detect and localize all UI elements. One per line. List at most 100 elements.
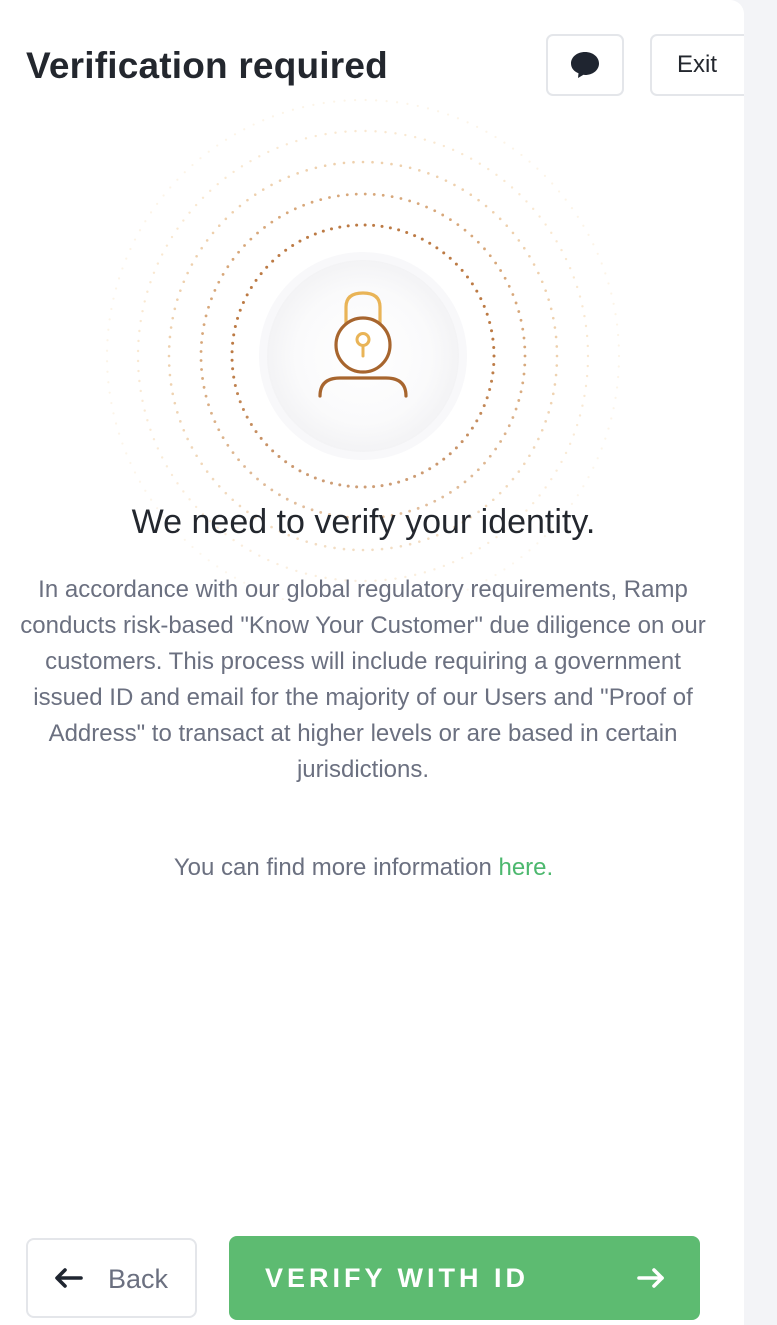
ring-dot [572,276,576,279]
ring-dot [224,491,228,495]
ring-dot [441,495,445,499]
ring-dot [188,211,191,214]
ring-dot [385,99,388,103]
ring-dot [236,392,240,396]
ring-dot [240,165,244,168]
ring-dot [338,483,342,487]
verify-with-id-button[interactable]: VERIFY WITH ID [229,1236,700,1320]
ring-dot [152,271,156,274]
ring-dot [355,223,359,227]
ring-dot [137,339,140,343]
ring-dot [324,132,327,136]
ring-dot [179,289,182,292]
ring-dot [587,476,590,479]
ring-dot [514,301,518,305]
ring-dot [136,349,140,353]
ring-dot [230,358,234,362]
ring-dot [549,401,553,405]
ring-dot [404,133,407,137]
ring-dot [528,549,531,552]
ring-dot [520,555,523,559]
ring-dot [216,182,219,186]
ring-dot [604,272,607,275]
ring-dot [363,192,367,196]
ring-dot [482,304,486,308]
more-info-prefix: You can find more information [173,854,499,881]
ring-dot [270,220,274,224]
ring-dot [560,460,563,464]
ring-dot [413,474,417,478]
ring-dot [310,200,314,204]
ring-dot [171,316,175,320]
ring-dot [469,552,473,555]
ring-dot [224,176,227,180]
ring-dot [423,138,427,141]
ring-dot [141,399,144,403]
ring-dot [267,558,270,562]
identity-heading: We need to verify your identity. [131,503,596,541]
ring-dot [615,386,619,389]
ring-dot [277,455,281,458]
back-button[interactable]: Back [26,1238,197,1318]
ring-dot [536,167,539,170]
ring-dot [121,267,124,270]
ring-dot [488,388,492,392]
ring-dot [586,344,589,348]
ring-dot [399,197,403,200]
ring-dot [538,215,541,218]
ring-dot [583,314,586,318]
ring-dot [564,198,567,201]
ring-dot [551,392,555,396]
ring-dot [555,364,559,367]
ring-dot [364,98,367,102]
ring-dot [305,169,308,172]
ring-dot [167,354,171,358]
ring-dot [160,253,164,256]
ring-dot [584,324,588,328]
ring-dot [503,141,506,144]
more-info-link[interactable]: here. [498,854,553,881]
ring-dot [117,432,121,435]
ring-dot [433,209,437,213]
ring-dot [328,196,331,199]
ring-dot [485,312,489,316]
ring-dot [544,223,547,226]
exit-button[interactable]: Exit [650,34,744,96]
ring-dot [612,407,615,410]
ring-dot [578,295,582,298]
ring-dot [167,345,171,348]
ring-dot [604,437,607,440]
ring-dot [449,490,452,494]
ring-dot [207,305,210,309]
ring-dot [191,545,194,549]
ring-dot [329,227,333,231]
ring-dot [199,359,203,362]
ring-dot [112,297,115,300]
ring-dot [607,282,610,285]
ring-dot [271,449,275,453]
ring-dot [165,465,169,468]
ring-dot [570,206,574,210]
ring-dot [448,256,452,260]
ring-dot [226,265,230,269]
ring-dot [249,423,253,427]
ring-dot [209,189,212,193]
ring-dot [306,235,310,239]
ring-dot [144,220,147,223]
ring-dot [475,289,479,293]
ring-dot [295,139,298,143]
ring-dot [408,166,412,170]
ring-dot [549,307,553,311]
ring-dot [523,246,526,250]
ring-dot [586,364,589,368]
ring-dot [488,454,492,458]
ring-dot [231,257,235,261]
ring-dot [237,458,240,462]
ring-dot [240,544,244,547]
ring-dot [477,198,480,202]
ring-dot [186,271,189,275]
ring-dot [397,480,401,484]
chat-button[interactable] [546,34,624,96]
ring-dot [291,465,295,469]
ring-dot [284,248,288,252]
